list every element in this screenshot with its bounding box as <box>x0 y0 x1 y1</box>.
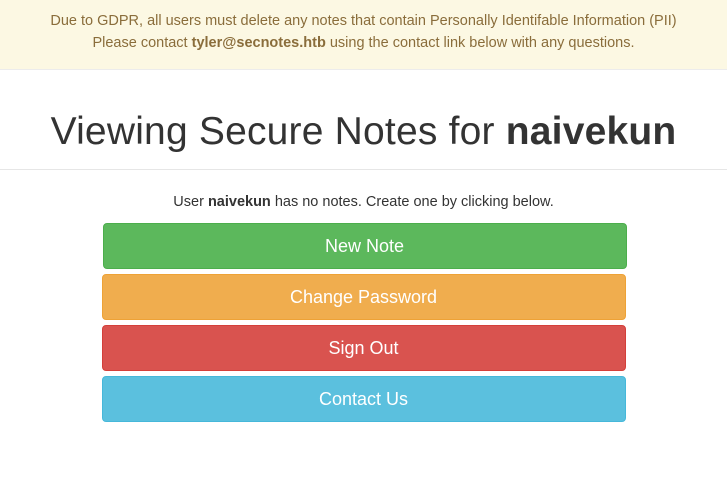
status-username: naivekun <box>207 194 271 210</box>
notes-status-message: User naivekun has no notes. Create one b… <box>0 192 727 212</box>
new-note-button[interactable]: New Note <box>102 223 627 269</box>
status-prefix: User <box>173 194 208 210</box>
contact-us-button[interactable]: Contact Us <box>101 376 626 422</box>
action-buttons: New Note Change Password Sign Out Contac… <box>101 223 627 422</box>
gdpr-notice-line1: Due to GDPR, all users must delete any n… <box>50 13 677 29</box>
gdpr-contact-email: tyler@secnotes.htb <box>191 35 326 51</box>
gdpr-alert-banner: Due to GDPR, all users must delete any n… <box>0 0 727 70</box>
status-suffix: has no notes. Create one by clicking bel… <box>270 194 554 210</box>
gdpr-contact-prefix: Please contact <box>92 35 192 51</box>
sign-out-button[interactable]: Sign Out <box>101 325 626 371</box>
change-password-button[interactable]: Change Password <box>101 274 626 320</box>
page-title-username: naivekun <box>505 109 677 153</box>
page-header: Viewing Secure Notes for naivekun <box>0 70 727 170</box>
page-title-prefix: Viewing Secure Notes for <box>50 109 506 153</box>
gdpr-contact-suffix: using the contact link below with any qu… <box>325 35 635 51</box>
gdpr-notice-line2: Please contact tyler@secnotes.htb using … <box>10 32 717 54</box>
page-title: Viewing Secure Notes for naivekun <box>51 110 677 154</box>
